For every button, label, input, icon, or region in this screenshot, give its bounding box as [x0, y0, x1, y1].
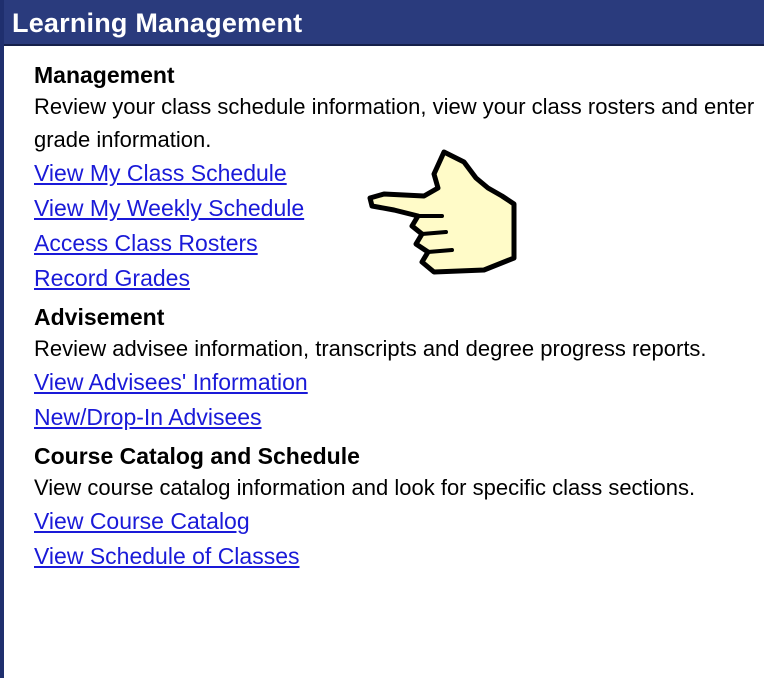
link-view-my-class-schedule[interactable]: View My Class Schedule — [34, 156, 287, 191]
section-title: Management — [34, 62, 175, 88]
link-view-course-catalog[interactable]: View Course Catalog — [34, 504, 250, 539]
section-description: View course catalog information and look… — [34, 475, 696, 500]
section-course-catalog: Course Catalog and Schedule View course … — [34, 441, 759, 574]
panel-content: Management Review your class schedule in… — [34, 60, 759, 580]
section-title: Advisement — [34, 304, 165, 330]
link-record-grades[interactable]: Record Grades — [34, 261, 190, 296]
link-new-drop-in-advisees[interactable]: New/Drop-In Advisees — [34, 400, 262, 435]
pointing-hand-cursor-icon — [367, 149, 517, 275]
panel-header: Learning Management — [4, 0, 764, 46]
section-advisement: Advisement Review advisee information, t… — [34, 302, 759, 435]
link-view-schedule-of-classes[interactable]: View Schedule of Classes — [34, 539, 300, 574]
learning-management-panel: Learning Management Management Review yo… — [0, 0, 764, 678]
link-access-class-rosters[interactable]: Access Class Rosters — [34, 226, 258, 261]
link-view-my-weekly-schedule[interactable]: View My Weekly Schedule — [34, 191, 304, 226]
section-title: Course Catalog and Schedule — [34, 443, 360, 469]
section-description: Review advisee information, transcripts … — [34, 336, 707, 361]
link-view-advisees-information[interactable]: View Advisees' Information — [34, 365, 308, 400]
